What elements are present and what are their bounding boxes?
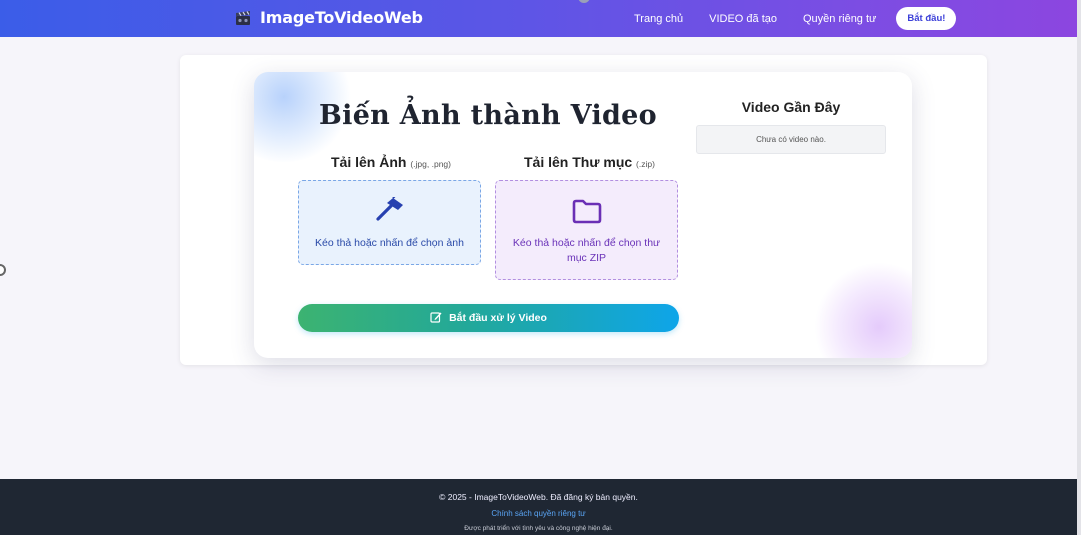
image-dropzone[interactable]: Kéo thả hoặc nhấn để chọn ảnh (298, 180, 481, 265)
brand-link[interactable]: ImageToVideoWeb (234, 8, 423, 27)
upload-image-hint: (.jpg, .png) (410, 159, 451, 169)
decor-blob-purple (814, 262, 912, 358)
zip-dropzone[interactable]: Kéo thả hoặc nhấn để chọn thư mục ZIP (495, 180, 678, 280)
converter-card: Biến Ảnh thành Video Tải lên Ảnh (.jpg, … (254, 72, 912, 358)
folder-icon (572, 198, 602, 229)
start-processing-label: Bắt đầu xử lý Video (449, 312, 547, 324)
nav-created-videos[interactable]: VIDEO đã tạo (709, 13, 777, 25)
upload-zip-heading: Tải lên Thư mục (.zip) (524, 154, 655, 170)
edit-icon (430, 311, 442, 326)
brand-name: ImageToVideoWeb (260, 8, 423, 27)
recent-videos-empty: Chưa có video nào. (696, 125, 886, 154)
notification-dot (578, 0, 590, 3)
footer-privacy-link[interactable]: Chính sách quyền riêng tư (0, 509, 1077, 518)
top-navbar: ImageToVideoWeb Trang chủ VIDEO đã tạo Q… (0, 0, 1077, 37)
footer-note: Được phát triển với tình yêu và công ngh… (464, 525, 613, 532)
upload-zip-hint: (.zip) (636, 159, 655, 169)
hammer-icon (375, 195, 405, 226)
image-dropzone-text: Kéo thả hoặc nhấn để chọn ảnh (315, 237, 464, 249)
zip-dropzone-text: Kéo thả hoặc nhấn để chọn thư mục ZIP (512, 237, 661, 264)
recent-videos-title: Video Gần Đây (741, 99, 841, 115)
get-started-button[interactable]: Bắt đầu! (896, 7, 957, 30)
footer: © 2025 - ImageToVideoWeb. Đã đăng ký bản… (0, 479, 1077, 535)
page-scrollbar[interactable] (1077, 0, 1081, 535)
footer-copyright: © 2025 - ImageToVideoWeb. Đã đăng ký bản… (439, 492, 638, 502)
page-title: Biến Ảnh thành Video (319, 100, 657, 131)
start-processing-button[interactable]: Bắt đầu xử lý Video (298, 304, 679, 332)
upload-image-heading: Tải lên Ảnh (.jpg, .png) (331, 154, 451, 170)
side-handle[interactable] (0, 264, 6, 276)
upload-image-label: Tải lên Ảnh (331, 154, 407, 170)
upload-zip-label: Tải lên Thư mục (524, 154, 633, 170)
main-nav: Trang chủ VIDEO đã tạo Quyền riêng tư Bắ… (634, 0, 957, 37)
nav-home[interactable]: Trang chủ (634, 13, 683, 25)
film-clapper-icon (234, 9, 252, 27)
nav-privacy[interactable]: Quyền riêng tư (803, 13, 876, 25)
